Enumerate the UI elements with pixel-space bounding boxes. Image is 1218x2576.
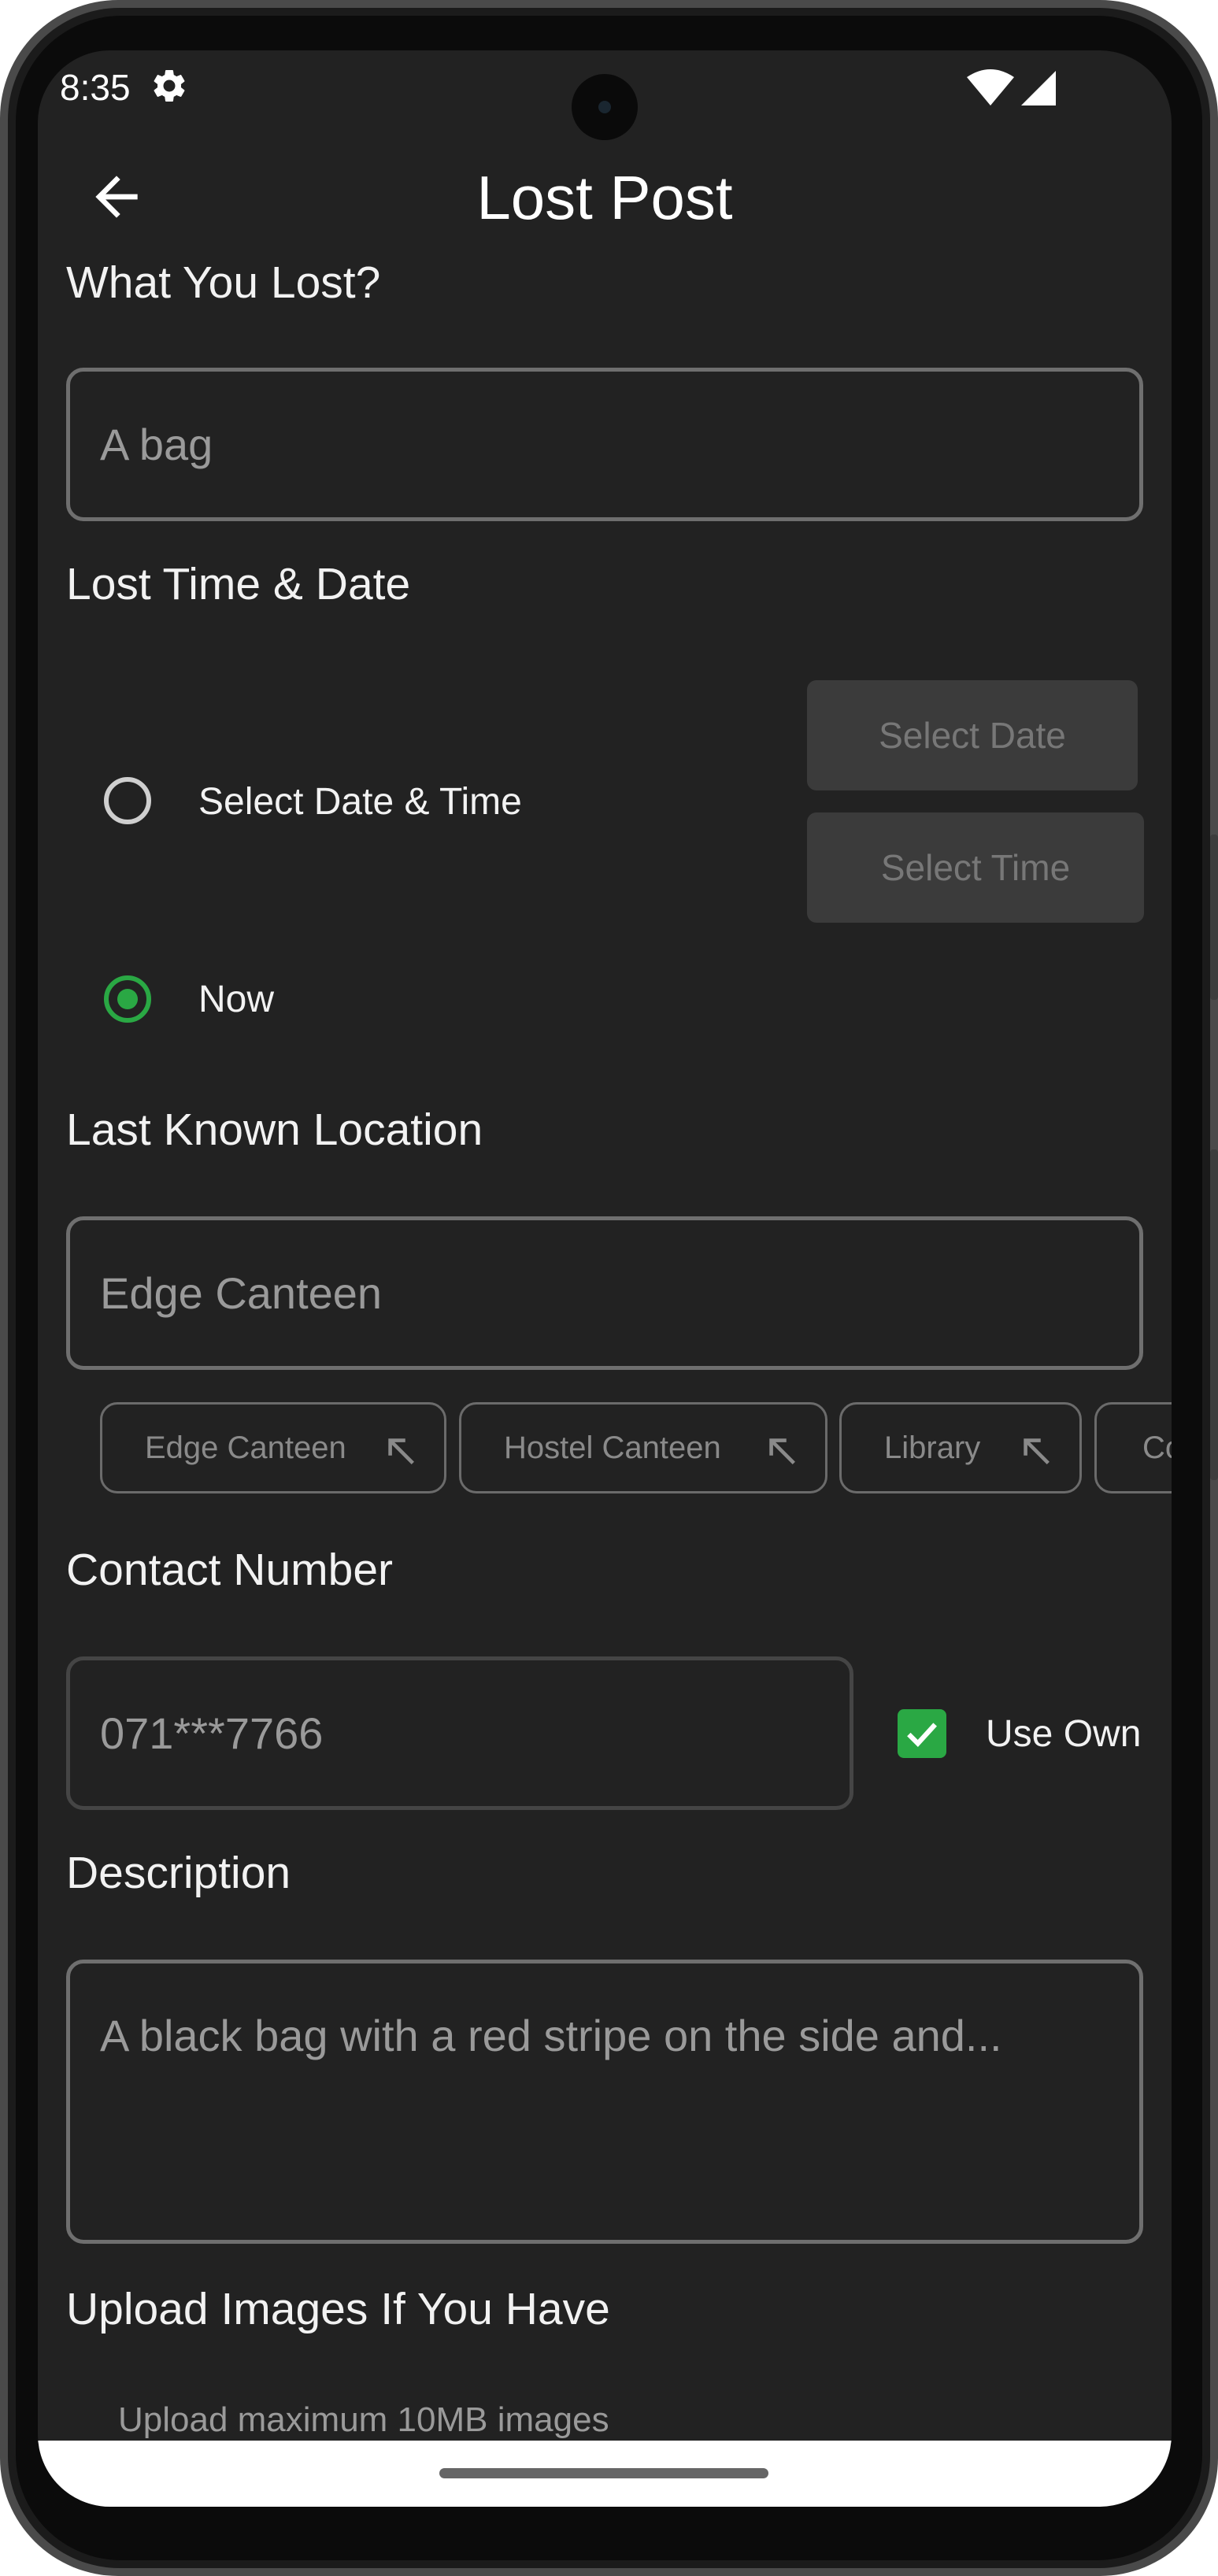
- location-suggestions: Edge Canteen Hostel Canteen Library Co: [38, 1402, 1172, 1498]
- status-time: 8:35: [60, 67, 131, 108]
- wifi-icon: [967, 69, 1014, 105]
- app-bar: Lost Post: [38, 145, 1172, 247]
- gear-icon: [154, 69, 185, 102]
- device-frame: 8:35 Lost Post What You Lost? Lost Time …: [0, 0, 1218, 2576]
- suggestion-chip-label: Library: [884, 1430, 981, 1465]
- location-label: Last Known Location: [66, 1105, 483, 1155]
- gesture-nav-bar: [38, 2441, 1172, 2507]
- radio-now-label: Now: [198, 979, 275, 1020]
- home-handle[interactable]: [439, 2468, 768, 2478]
- use-own-label: Use Own: [986, 1713, 1142, 1755]
- suggestion-chip-label: Hostel Canteen: [504, 1430, 721, 1465]
- what-lost-label: What You Lost?: [66, 257, 381, 308]
- screen: 8:35 Lost Post What You Lost? Lost Time …: [38, 50, 1172, 2507]
- power-button: [1210, 835, 1218, 1000]
- signal-icon: [1021, 71, 1056, 105]
- arrow-up-left-icon: [388, 1438, 414, 1464]
- page-title: Lost Post: [476, 163, 733, 232]
- status-bar: 8:35: [38, 50, 1172, 140]
- radio-select-date-time-label: Select Date & Time: [198, 781, 522, 823]
- suggestion-chip[interactable]: Edge Canteen: [100, 1402, 446, 1493]
- suggestion-chip-label: Co: [1142, 1430, 1172, 1465]
- suggestion-chip[interactable]: Co: [1094, 1402, 1172, 1493]
- arrow-up-left-icon: [1024, 1438, 1050, 1464]
- contact-number-input[interactable]: [66, 1656, 853, 1810]
- use-own-checkbox[interactable]: [898, 1709, 946, 1758]
- upload-hint: Upload maximum 10MB images: [118, 2400, 609, 2439]
- what-lost-input[interactable]: [66, 368, 1143, 521]
- radio-now[interactable]: [104, 975, 151, 1023]
- suggestion-chip[interactable]: Library: [839, 1402, 1082, 1493]
- check-icon: [907, 1723, 937, 1748]
- suggestion-chip[interactable]: Hostel Canteen: [459, 1402, 827, 1493]
- description-textarea[interactable]: [66, 1960, 1143, 2244]
- lost-time-label: Lost Time & Date: [66, 559, 411, 609]
- location-input[interactable]: [66, 1216, 1143, 1370]
- contact-label: Contact Number: [66, 1545, 394, 1595]
- front-camera: [572, 74, 638, 140]
- suggestion-chip-label: Edge Canteen: [145, 1430, 346, 1465]
- arrow-up-left-icon: [769, 1438, 795, 1464]
- description-label: Description: [66, 1848, 291, 1898]
- volume-button: [1210, 1149, 1218, 1480]
- upload-label: Upload Images If You Have: [66, 2284, 610, 2334]
- select-time-button[interactable]: Select Time: [807, 812, 1144, 923]
- radio-select-date-time[interactable]: [104, 777, 151, 824]
- select-date-button[interactable]: Select Date: [807, 680, 1138, 790]
